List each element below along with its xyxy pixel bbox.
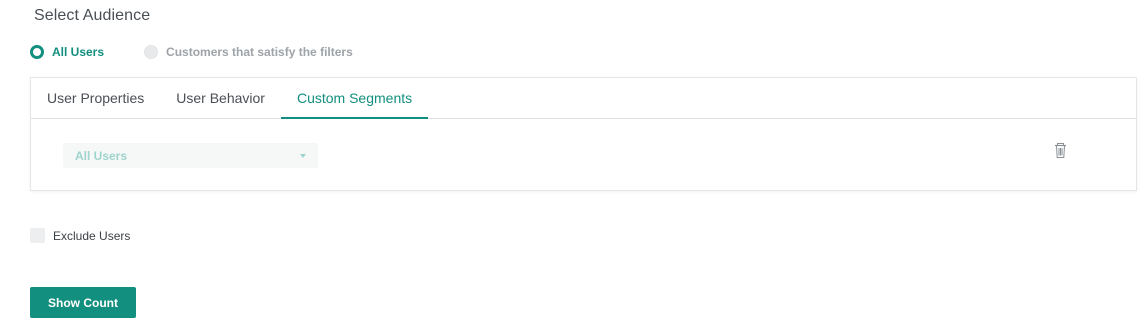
exclude-users-checkbox[interactable] xyxy=(30,228,45,243)
audience-radio-group: All Users Customers that satisfy the fil… xyxy=(30,45,353,59)
select-audience-page: Select Audience All Users Customers that… xyxy=(0,0,1148,334)
tab-user-behavior[interactable]: User Behavior xyxy=(160,78,281,118)
trash-icon xyxy=(1055,143,1066,158)
radio-button-selected[interactable] xyxy=(30,45,44,59)
radio-option-all-users[interactable]: All Users xyxy=(30,45,104,59)
segment-select-value: All Users xyxy=(75,148,128,163)
radio-option-filtered-customers[interactable]: Customers that satisfy the filters xyxy=(144,45,353,59)
segment-select[interactable]: All Users xyxy=(63,143,318,168)
show-count-button[interactable]: Show Count xyxy=(30,287,136,318)
tab-custom-segments[interactable]: Custom Segments xyxy=(280,78,429,119)
section-title: Select Audience xyxy=(34,7,151,24)
caret-down-icon xyxy=(300,153,306,158)
radio-label: All Users xyxy=(52,45,105,59)
delete-button[interactable] xyxy=(1054,142,1070,160)
segment-panel: User Properties User Behavior Custom Seg… xyxy=(30,77,1137,191)
radio-button[interactable] xyxy=(144,45,159,59)
tab-bar: User Properties User Behavior Custom Seg… xyxy=(31,78,1136,119)
exclude-users-label: Exclude Users xyxy=(53,228,131,243)
tab-user-properties[interactable]: User Properties xyxy=(31,78,160,118)
radio-label: Customers that satisfy the filters xyxy=(166,45,353,59)
exclude-users-option[interactable]: Exclude Users xyxy=(30,228,130,243)
